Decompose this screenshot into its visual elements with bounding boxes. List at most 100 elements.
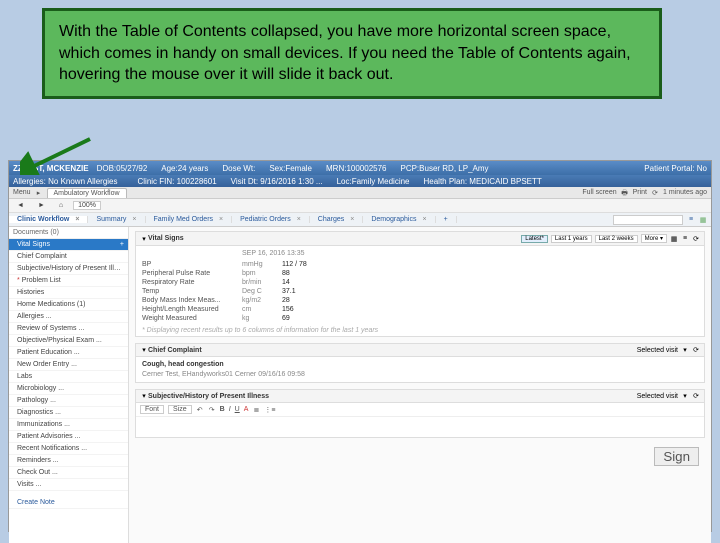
- toc-item[interactable]: Chief Complaint: [9, 251, 128, 263]
- toc-item[interactable]: Subjective/History of Present Illness: [9, 263, 128, 275]
- bold-button[interactable]: B: [220, 406, 225, 413]
- nav-back-button[interactable]: ◄: [13, 201, 28, 210]
- tab-add[interactable]: +: [436, 216, 457, 223]
- home-button[interactable]: ⌂: [55, 201, 67, 210]
- close-icon[interactable]: ×: [75, 216, 79, 223]
- refresh-icon[interactable]: ⟳: [692, 392, 700, 400]
- font-color-button[interactable]: A: [244, 406, 249, 413]
- redo-icon[interactable]: ↷: [208, 406, 216, 414]
- menu-button[interactable]: Menu: [13, 189, 31, 196]
- filter-more[interactable]: More ▾: [641, 234, 667, 243]
- toc-item[interactable]: New Order Entry ...: [9, 359, 128, 371]
- toc-item[interactable]: Pathology ...: [9, 395, 128, 407]
- list-icon[interactable]: ≡: [681, 235, 689, 243]
- toc-item[interactable]: Allergies ...: [9, 311, 128, 323]
- vital-label: Peripheral Pulse Rate: [142, 270, 242, 277]
- settings-icon[interactable]: ▦: [699, 216, 707, 224]
- toc-item[interactable]: Reminders ...: [9, 455, 128, 467]
- vital-value: 88: [282, 270, 322, 277]
- workflow-tab[interactable]: Ambulatory Workflow: [47, 188, 127, 198]
- toc-item-label: Chief Complaint: [17, 253, 67, 260]
- patient-loc: Loc:Family Medicine: [337, 177, 410, 186]
- toc-item[interactable]: *Problem List: [9, 275, 128, 287]
- toc-item[interactable]: Check Out ...: [9, 467, 128, 479]
- chevron-down-icon[interactable]: ▾: [140, 235, 148, 243]
- create-note-link[interactable]: Create Note: [9, 497, 128, 509]
- star-icon: *: [17, 277, 20, 284]
- vital-label: BP: [142, 261, 242, 268]
- toc-item[interactable]: Review of Systems ...: [9, 323, 128, 335]
- patient-dosewt: Dose Wt:: [222, 164, 255, 173]
- filter-icon[interactable]: ▾: [681, 392, 689, 400]
- font-select[interactable]: Font: [140, 405, 164, 414]
- toc-item[interactable]: Microbiology ...: [9, 383, 128, 395]
- filter-last1[interactable]: Last 1 years: [551, 235, 592, 243]
- print-label[interactable]: Print: [633, 189, 647, 196]
- print-icon[interactable]: 🖶: [621, 189, 629, 197]
- toc-item[interactable]: Recent Notifications ...: [9, 443, 128, 455]
- toc-item[interactable]: Immunizations ...: [9, 419, 128, 431]
- filter-icon[interactable]: ▾: [681, 346, 689, 354]
- toc-item[interactable]: Histories: [9, 287, 128, 299]
- vital-signs-section: ▾ Vital Signs Latest* Last 1 years Last …: [135, 231, 705, 337]
- toc-item[interactable]: Home Medications (1): [9, 299, 128, 311]
- vital-row: Height/Length Measuredcm156: [142, 305, 698, 314]
- toc-item[interactable]: Patient Education ...: [9, 347, 128, 359]
- toc-item[interactable]: Diagnostics ...: [9, 407, 128, 419]
- fullscreen-button[interactable]: Full screen: [582, 189, 616, 196]
- italic-button[interactable]: I: [229, 406, 231, 413]
- numbering-icon[interactable]: ⋮≡: [264, 406, 272, 414]
- chevron-down-icon[interactable]: ▾: [140, 346, 148, 354]
- zoom-level[interactable]: 100%: [73, 201, 101, 210]
- bullets-icon[interactable]: ≣: [252, 406, 260, 414]
- pin-icon[interactable]: ▸: [35, 189, 43, 197]
- tab-charges[interactable]: Charges×: [310, 216, 364, 223]
- nav-forward-button[interactable]: ►: [34, 201, 49, 210]
- toc-item[interactable]: Patient Advisories ...: [9, 431, 128, 443]
- sign-button[interactable]: Sign: [654, 447, 699, 466]
- close-icon[interactable]: ×: [423, 216, 427, 223]
- toc-item-label: Review of Systems ...: [17, 325, 84, 332]
- grid-icon[interactable]: ▦: [670, 235, 678, 243]
- chief-complaint-meta: Cerner Test, EHandyworks01 Cerner 09/16/…: [142, 371, 698, 378]
- refresh-icon[interactable]: ⟳: [692, 346, 700, 354]
- tab-demographics[interactable]: Demographics×: [363, 216, 435, 223]
- refresh-icon[interactable]: ⟳: [651, 189, 659, 197]
- toc-item[interactable]: Vital Signs +: [9, 239, 128, 251]
- toc-header[interactable]: Documents (0): [9, 227, 128, 239]
- size-select[interactable]: Size: [168, 405, 192, 414]
- search-input[interactable]: [613, 215, 683, 225]
- toc-item-label: Labs: [17, 373, 32, 380]
- selected-visit-label: Selected visit: [637, 347, 678, 354]
- tab-pediatric[interactable]: Pediatric Orders×: [232, 216, 310, 223]
- vital-unit: kg: [242, 315, 282, 322]
- patient-sex: Sex:Female: [269, 164, 312, 173]
- filter-latest[interactable]: Latest*: [521, 235, 548, 243]
- main-content: ▾ Vital Signs Latest* Last 1 years Last …: [129, 227, 711, 543]
- toc-item[interactable]: Labs: [9, 371, 128, 383]
- selected-visit-label: Selected visit: [637, 393, 678, 400]
- toc-item[interactable]: Visits ...: [9, 479, 128, 491]
- tab-clinic-workflow[interactable]: Clinic Workflow×: [9, 216, 88, 223]
- vitals-date: SEP 16, 2016 13:35: [242, 250, 698, 257]
- toc-item-label: Home Medications (1): [17, 301, 85, 308]
- section-title: Subjective/History of Present Illness: [148, 393, 637, 400]
- chevron-down-icon[interactable]: ▾: [140, 392, 148, 400]
- vital-value: 156: [282, 306, 322, 313]
- close-icon[interactable]: ×: [219, 216, 223, 223]
- tab-family-med[interactable]: Family Med Orders×: [146, 216, 233, 223]
- close-icon[interactable]: ×: [350, 216, 354, 223]
- hpi-editor[interactable]: [136, 417, 704, 437]
- undo-icon[interactable]: ↶: [196, 406, 204, 414]
- toc-item-label: Diagnostics ...: [17, 409, 61, 416]
- patient-plan: Health Plan: MEDICAID BPSETT: [424, 177, 542, 186]
- close-icon[interactable]: ×: [132, 216, 136, 223]
- refresh-icon[interactable]: ⟳: [692, 235, 700, 243]
- filter-last2[interactable]: Last 2 weeks: [595, 235, 638, 243]
- close-icon[interactable]: ×: [297, 216, 301, 223]
- tab-summary[interactable]: Summary×: [88, 216, 145, 223]
- add-icon[interactable]: +: [120, 241, 124, 248]
- list-icon[interactable]: ≡: [687, 216, 695, 224]
- toc-item[interactable]: Objective/Physical Exam ...: [9, 335, 128, 347]
- underline-button[interactable]: U: [235, 406, 240, 413]
